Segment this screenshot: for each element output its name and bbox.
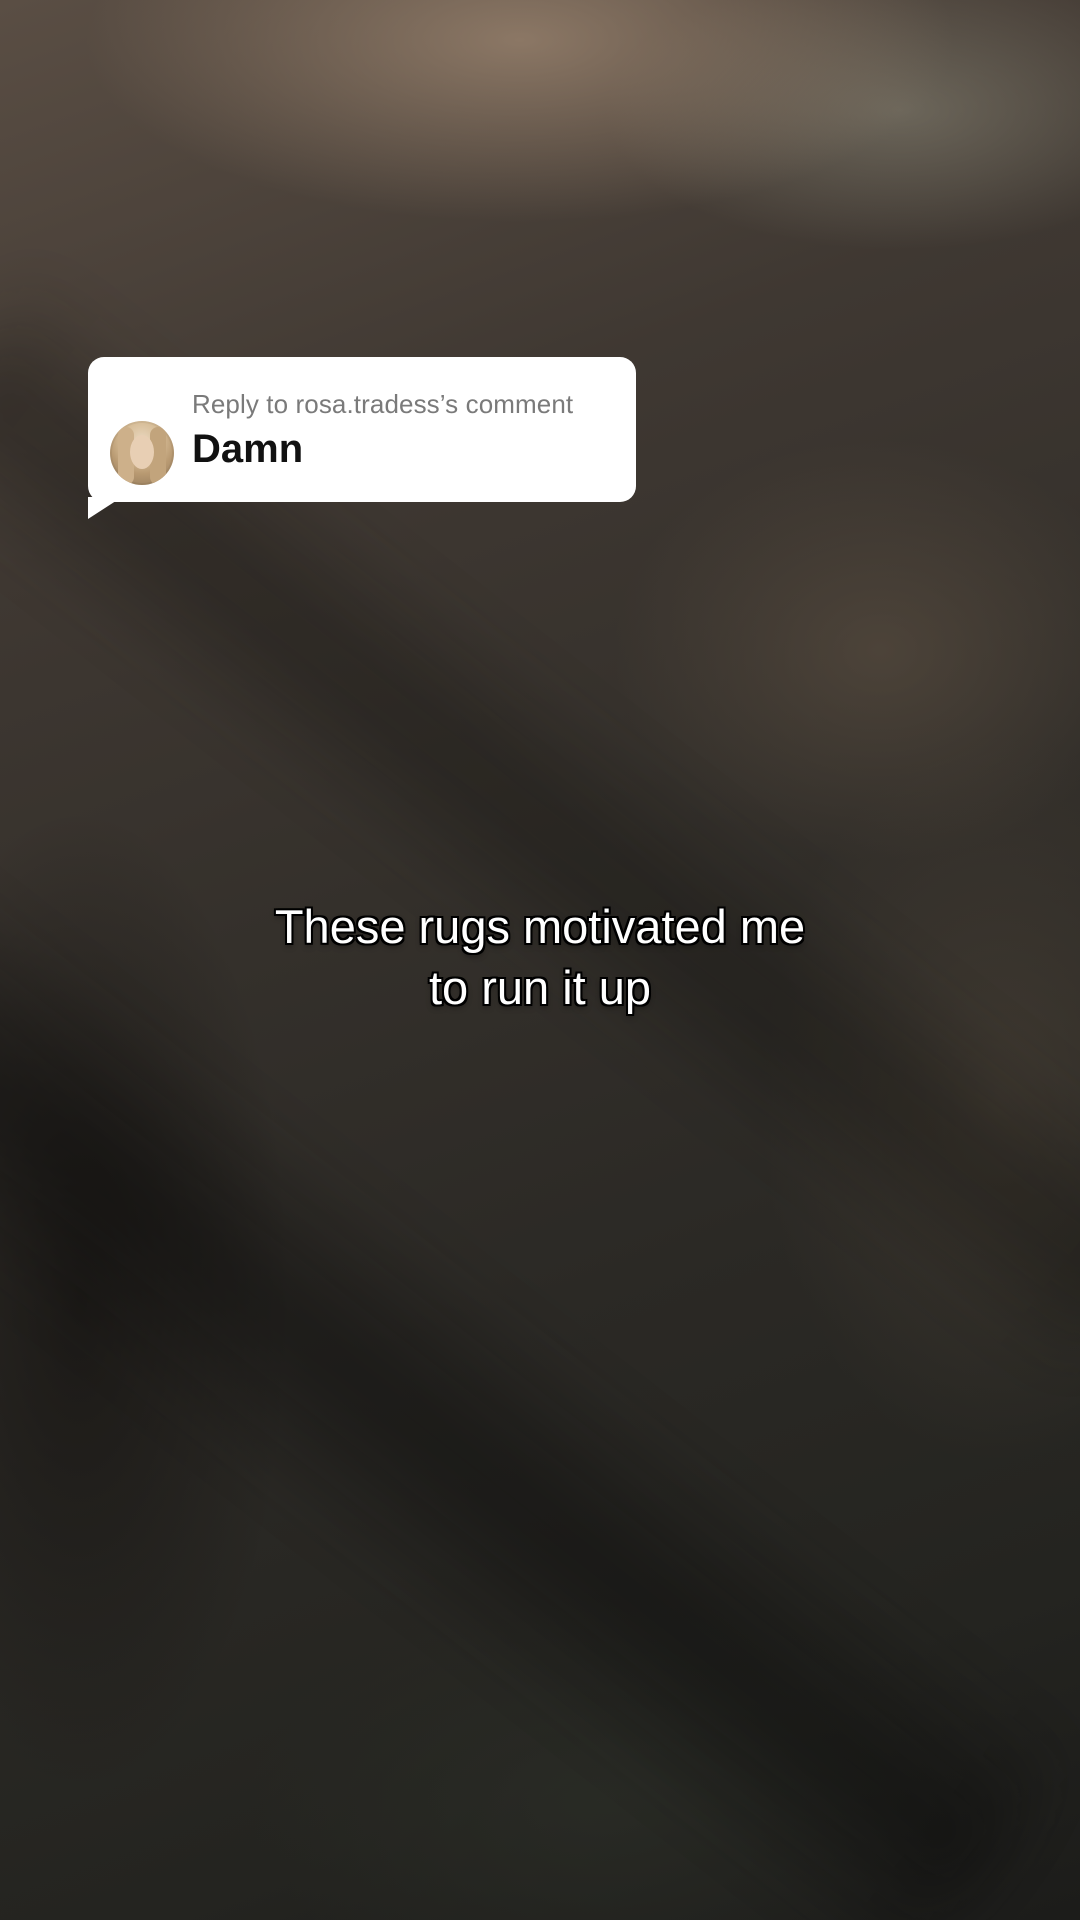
- reply-to-label: Reply to rosa.tradess’s comment: [192, 389, 574, 419]
- bubble-tail: [88, 497, 122, 519]
- avatar: [110, 421, 174, 485]
- caption-line: to run it up: [428, 961, 652, 1014]
- reply-comment-text: Damn: [192, 427, 304, 471]
- video-frame[interactable]: Reply to rosa.tradess’s comment Damn The…: [0, 0, 1080, 1920]
- reply-comment-sticker[interactable]: Reply to rosa.tradess’s comment Damn: [88, 357, 636, 519]
- video-caption: These rugs motivated me to run it up: [140, 896, 940, 1018]
- caption-line: These rugs motivated me: [274, 900, 806, 953]
